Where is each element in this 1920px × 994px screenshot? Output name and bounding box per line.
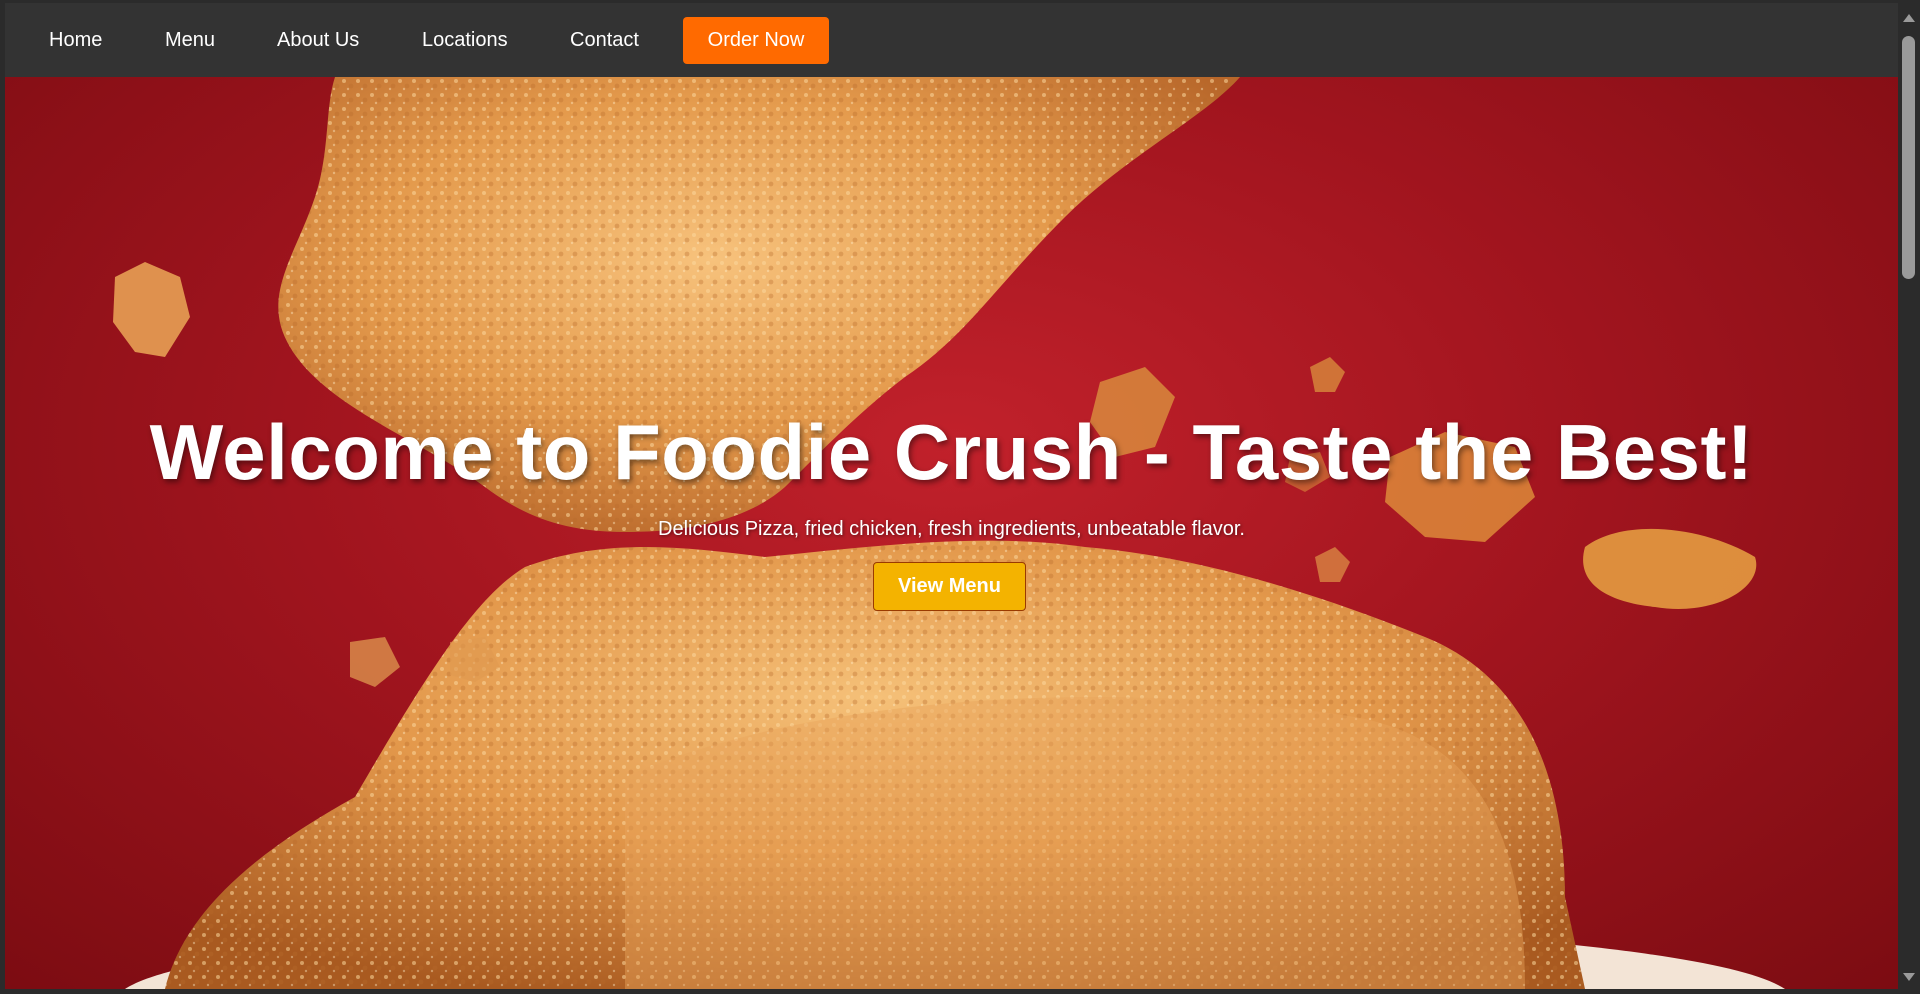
nav-menu[interactable]: Menu (165, 29, 215, 52)
scroll-up-icon[interactable] (1903, 14, 1915, 22)
scroll-down-icon[interactable] (1903, 973, 1915, 981)
hero-title: Welcome to Foodie Crush - Taste the Best… (149, 408, 1754, 496)
order-now-button[interactable]: Order Now (683, 17, 829, 64)
hero-section: Welcome to Foodie Crush - Taste the Best… (5, 77, 1898, 989)
nav-about-us[interactable]: About Us (277, 29, 359, 52)
vertical-scrollbar[interactable] (1898, 3, 1920, 989)
navbar: Home Menu About Us Locations Contact Ord… (5, 3, 1898, 77)
nav-home[interactable]: Home (49, 29, 102, 52)
browser-window: Home Menu About Us Locations Contact Ord… (0, 0, 1920, 994)
nav-contact[interactable]: Contact (570, 29, 639, 52)
scroll-thumb[interactable] (1902, 36, 1915, 279)
web-page: Home Menu About Us Locations Contact Ord… (5, 3, 1898, 989)
nav-locations[interactable]: Locations (422, 29, 508, 52)
hero-subtitle: Delicious Pizza, fried chicken, fresh in… (658, 518, 1245, 540)
view-menu-button[interactable]: View Menu (873, 562, 1026, 611)
